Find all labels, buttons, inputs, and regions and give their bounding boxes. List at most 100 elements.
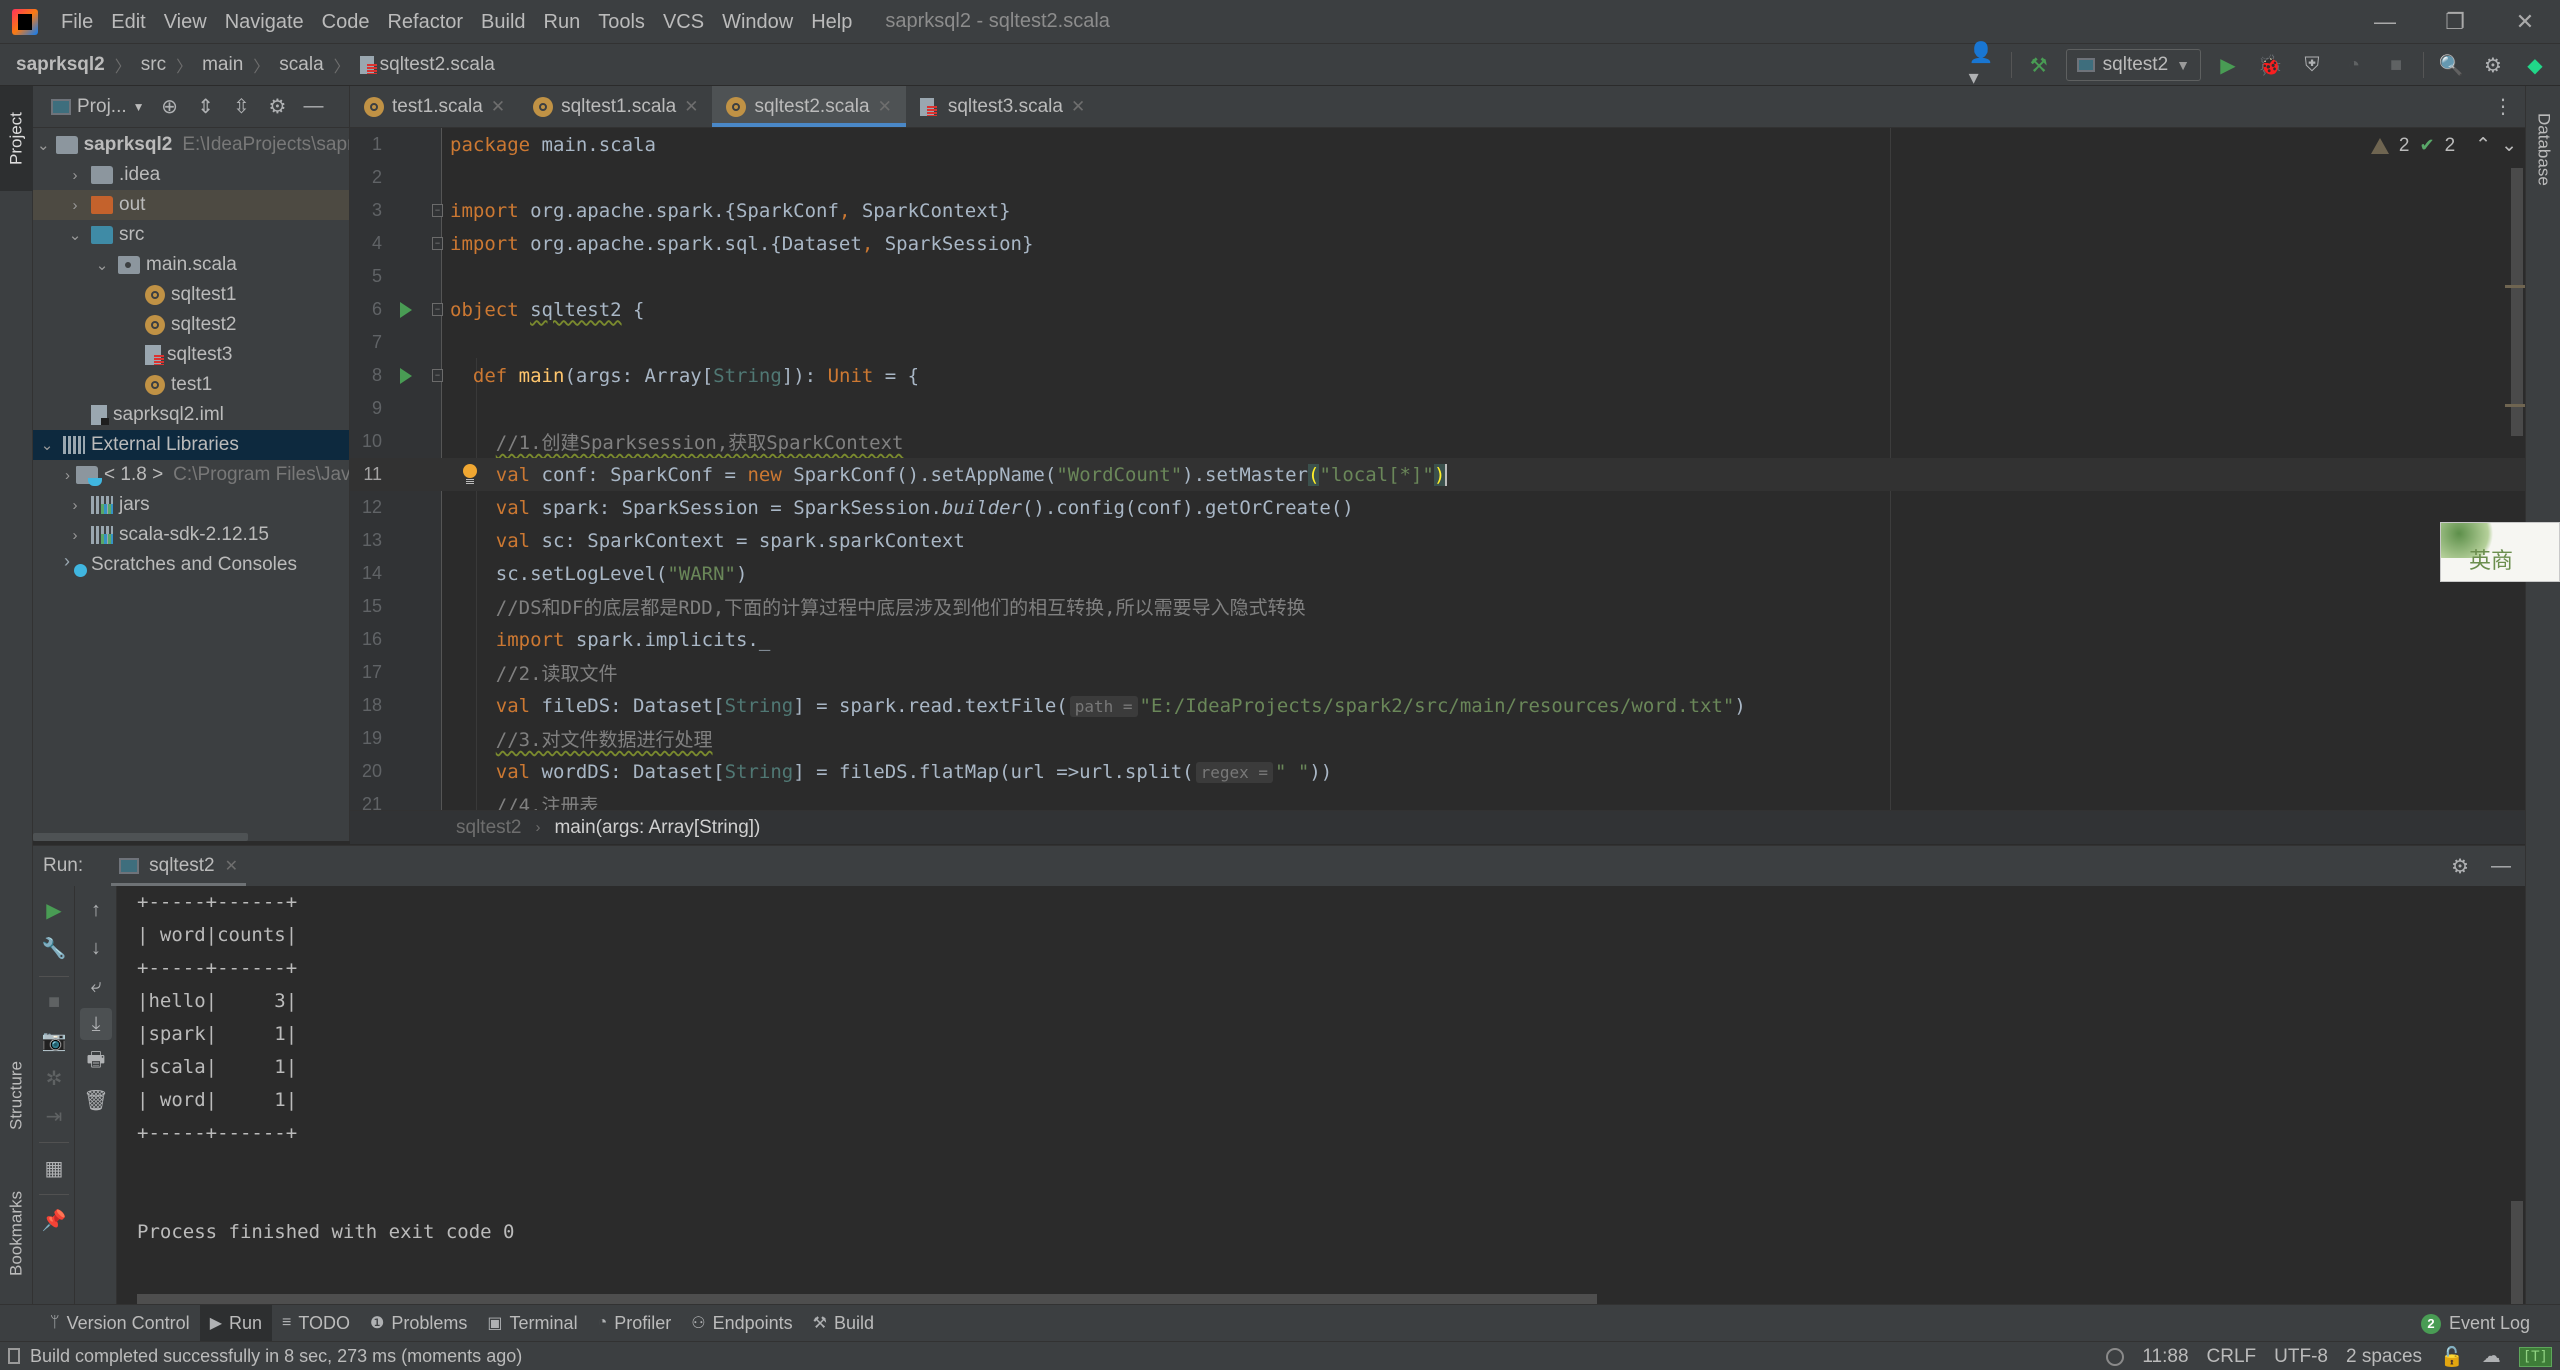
build-hammer-icon[interactable]: ⚒ (2024, 50, 2054, 80)
menu-navigate[interactable]: Navigate (216, 0, 313, 44)
arrow-down-icon[interactable]: ↓ (75, 932, 117, 964)
tree-item-iml[interactable]: saprksql2.iml (33, 400, 349, 430)
help-cloud-icon[interactable]: ☁ (2482, 1345, 2501, 1368)
tree-item-src[interactable]: ⌄ src (33, 220, 349, 250)
tree-item-sqltest1[interactable]: sqltest1 (33, 280, 349, 310)
tool-window-version-control[interactable]: ᛘ Version Control (40, 1305, 200, 1342)
fold-icon[interactable]: − (432, 237, 443, 250)
hide-panel-icon[interactable]: — (2491, 855, 2511, 878)
tool-window-profiler[interactable]: ◔ Profiler (588, 1305, 682, 1342)
caret-position[interactable]: 11:88 (2142, 1346, 2188, 1368)
tree-item-scratches[interactable]: Scratches and Consoles (33, 550, 349, 580)
tree-item-sqltest3[interactable]: sqltest3 (33, 340, 349, 370)
stripe-tab-structure[interactable]: Structure (0, 1031, 33, 1161)
search-icon[interactable]: 🔍 (2436, 50, 2466, 80)
indent-setting[interactable]: 2 spaces (2346, 1346, 2422, 1368)
memory-clock-icon[interactable] (2106, 1347, 2125, 1366)
previous-highlight-icon[interactable]: ⌃ (2475, 134, 2491, 157)
tree-item-scala-sdk[interactable]: › scala-sdk-2.12.15 (33, 520, 349, 550)
file-encoding[interactable]: UTF-8 (2274, 1346, 2328, 1368)
fold-icon[interactable]: − (432, 369, 443, 382)
camera-dump-threads-icon[interactable]: 📷 (33, 1024, 75, 1056)
menu-edit[interactable]: Edit (102, 0, 154, 44)
close-icon[interactable]: ✕ (878, 97, 892, 117)
project-horizontal-scrollbar[interactable] (33, 833, 248, 841)
line-separator[interactable]: CRLF (2207, 1346, 2257, 1368)
toggle-tool-windows-icon[interactable] (8, 1348, 20, 1364)
run-icon[interactable]: ▶ (2213, 50, 2243, 80)
debug-exit-icon[interactable]: ✲ (33, 1062, 75, 1094)
tab-test1-scala[interactable]: test1.scala ✕ (350, 86, 519, 127)
tab-sqltest2-scala[interactable]: sqltest2.scala ✕ (712, 86, 907, 127)
collapse-all-icon[interactable]: ⇳ (231, 94, 253, 119)
menu-run[interactable]: Run (535, 0, 590, 44)
chevron-down-icon[interactable]: ⌄ (92, 256, 112, 274)
next-highlight-icon[interactable]: ⌄ (2501, 134, 2517, 157)
run-configuration-select[interactable]: sqltest2 ▼ (2065, 49, 2201, 81)
console-output[interactable]: +-----+------+ | word|counts| +-----+---… (117, 886, 2525, 1306)
run-tab-sqltest2[interactable]: sqltest2 ✕ (111, 846, 246, 886)
run-gutter-icon[interactable] (400, 301, 412, 318)
unlock-icon[interactable]: 🔓 (2440, 1345, 2464, 1369)
editor-breadcrumb-object[interactable]: sqltest2 (456, 817, 521, 839)
stop-icon[interactable]: ■ (2381, 50, 2411, 80)
menu-refactor[interactable]: Refactor (378, 0, 472, 44)
trash-clear-icon[interactable]: 🗑 (75, 1084, 117, 1116)
user-icon[interactable]: 👤▾ (1969, 42, 1999, 89)
tool-window-todo[interactable]: ≡ TODO (272, 1305, 360, 1342)
tool-window-problems[interactable]: ❶ Problems (360, 1305, 477, 1342)
tree-item-out[interactable]: › out (33, 190, 349, 220)
code-editor[interactable]: 1 package main.scala 2 3 − import org.ap… (350, 128, 2525, 810)
close-icon[interactable]: ✕ (1071, 97, 1085, 117)
menu-vcs[interactable]: VCS (654, 0, 713, 44)
tree-item-test1[interactable]: test1 (33, 370, 349, 400)
restore-button[interactable]: ❐ (2420, 0, 2490, 44)
warning-stripe-mark[interactable] (2505, 404, 2525, 407)
stop-icon[interactable]: ■ (33, 986, 75, 1018)
warning-stripe-mark[interactable] (2505, 285, 2525, 288)
tree-item-saprksql2[interactable]: ⌄ saprksql2 E:\IdeaProjects\saprksql2 (33, 130, 349, 160)
menu-build[interactable]: Build (472, 0, 534, 44)
close-icon[interactable]: ✕ (225, 856, 238, 876)
chevron-down-icon[interactable]: ⌄ (37, 436, 57, 454)
breadcrumb-src[interactable]: src (141, 54, 166, 76)
close-icon[interactable]: ✕ (684, 97, 698, 117)
menu-view[interactable]: View (155, 0, 216, 44)
pin-icon[interactable]: 📌 (33, 1204, 75, 1236)
console-vertical-scrollbar[interactable] (2511, 1201, 2523, 1306)
breadcrumb-file[interactable]: sqltest2.scala (380, 54, 495, 76)
stripe-tab-database[interactable]: Database (2526, 94, 2560, 204)
inspections-widget[interactable]: 2 ✔ 2 ⌃ ⌄ (2370, 134, 2517, 157)
tree-item-sqltest2[interactable]: sqltest2 (33, 310, 349, 340)
locate-file-icon[interactable]: ⊕ (159, 94, 181, 119)
tool-window-run[interactable]: ▶ Run (199, 1304, 273, 1342)
gear-icon[interactable]: ⚙ (267, 94, 289, 119)
print-icon[interactable]: 🖶 (75, 1046, 117, 1078)
tree-item-jars[interactable]: › jars (33, 490, 349, 520)
chevron-down-icon[interactable]: ⌄ (65, 226, 85, 244)
menu-code[interactable]: Code (313, 0, 379, 44)
editor-breadcrumb-method[interactable]: main(args: Array[String]) (554, 817, 760, 839)
tree-item-external-libraries[interactable]: ⌄ External Libraries (33, 430, 349, 460)
stripe-tab-bookmarks[interactable]: Bookmarks (0, 1166, 33, 1301)
chevron-down-icon[interactable]: ⌄ (37, 136, 50, 154)
rerun-icon[interactable]: ▶ (33, 894, 75, 926)
minimize-button[interactable]: — (2350, 0, 2420, 44)
more-tabs-icon[interactable]: ⋮ (2493, 94, 2513, 119)
tree-item-main-scala[interactable]: ⌄ main.scala (33, 250, 349, 280)
chevron-right-icon[interactable]: › (65, 527, 85, 544)
menu-help[interactable]: Help (802, 0, 861, 44)
tool-window-terminal[interactable]: ▣ Terminal (477, 1305, 587, 1342)
debug-icon[interactable]: 🐞 (2255, 50, 2285, 80)
arrow-up-icon[interactable]: ↑ (75, 894, 117, 926)
menu-file[interactable]: File (52, 0, 102, 44)
close-icon[interactable]: ✕ (491, 97, 505, 117)
stripe-tab-project[interactable]: Project (0, 86, 33, 191)
toolbox-plugin-icon[interactable]: ◆ (2520, 50, 2550, 80)
soft-wrap-icon[interactable]: ⤶ (75, 970, 117, 1002)
gear-icon[interactable]: ⚙ (2451, 854, 2469, 879)
wrench-edit-config-icon[interactable]: 🔧 (33, 932, 75, 964)
profile-icon[interactable]: ◔ (2339, 50, 2369, 80)
fold-icon[interactable]: − (432, 204, 443, 217)
expand-all-icon[interactable]: ⇕ (195, 94, 217, 119)
